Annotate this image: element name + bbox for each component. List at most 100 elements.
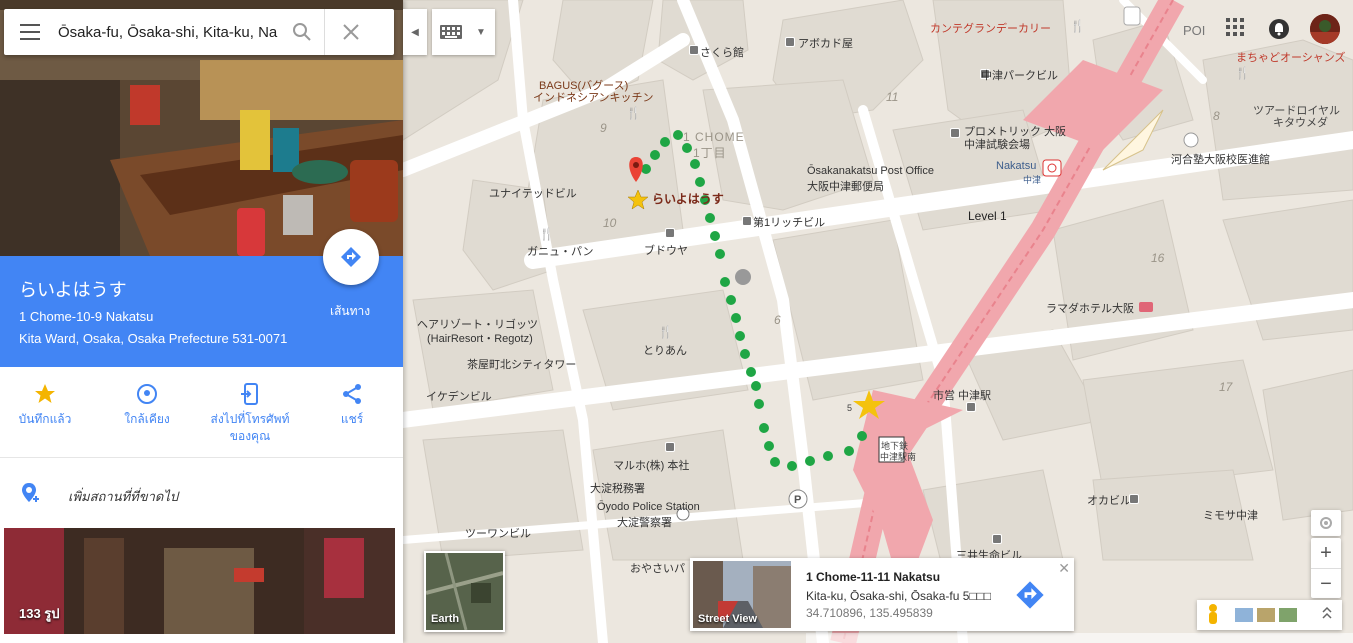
map-label-chome: 1 CHOME — [683, 130, 745, 144]
share-icon — [343, 384, 361, 404]
chevron-down-icon[interactable]: ▼ — [476, 27, 486, 38]
menu-button[interactable] — [4, 9, 56, 55]
zoom-controls: + − — [1311, 538, 1341, 598]
map-label-mimosa[interactable]: ミモサ中津 — [1203, 507, 1258, 523]
map-label-poi[interactable]: POI — [1183, 23, 1205, 38]
map-label-bagus2[interactable]: インドネシアンキッチン — [533, 89, 654, 105]
poi-dot-icon — [966, 402, 976, 412]
map-label-ramada[interactable]: ラマダホテル大阪 — [1046, 300, 1134, 316]
earth-label: Earth — [431, 613, 460, 625]
photo-count: 133 รูป — [19, 606, 60, 621]
map-label-budouya[interactable]: ブドウヤ — [644, 242, 688, 258]
directions-label[interactable]: เส้นทาง — [330, 302, 370, 321]
search-input[interactable] — [56, 22, 280, 42]
hotel-icon[interactable] — [1139, 302, 1153, 312]
layers-bar[interactable] — [1197, 600, 1342, 630]
street-view-thumbnail[interactable]: Street View — [693, 561, 791, 628]
map-label-kitamukai[interactable]: キタウメダ — [1273, 114, 1328, 130]
map-label-hair2[interactable]: (HairResort・Regotz) — [427, 330, 533, 346]
location-card[interactable]: Street View 1 Chome-11-11 Nakatsu Kita-k… — [690, 558, 1074, 631]
map-label-sakuraya[interactable]: さくら館 — [700, 44, 744, 60]
map-label-place-name[interactable]: らいよはうす — [652, 190, 724, 207]
map-label-chaya[interactable]: 茶屋町北シティタワー — [467, 356, 576, 372]
map-label-apokado[interactable]: アボカド屋 — [798, 35, 853, 51]
chevron-up-icon — [1322, 606, 1332, 619]
apps-grid-icon[interactable] — [1226, 18, 1248, 40]
map-label-nakatsu-station[interactable]: Nakatsu — [996, 160, 1036, 172]
place-address-line2: Kita Ward, Osaka, Osaka Prefecture 531-0… — [19, 331, 288, 346]
map-label-subway2[interactable]: 中津駅南 — [880, 450, 916, 463]
map-label-kantegran[interactable]: カンテグランデーカリー — [930, 20, 1051, 36]
map-label-maruho[interactable]: マルホ(株) 本社 — [613, 457, 689, 473]
map-label-chome-jp: 1丁目 — [693, 146, 727, 160]
map-label-first-rich[interactable]: 第1リッチビル — [753, 214, 825, 230]
card-title: 1 Chome-11-11 Nakatsu — [806, 570, 941, 584]
map-label-oyasai[interactable]: おやさいパ — [630, 560, 685, 576]
collapse-panel-button[interactable]: ◀ — [403, 9, 427, 55]
street-view-label: Street View — [698, 613, 758, 625]
nearby-icon — [137, 384, 157, 404]
hamburger-menu-icon — [20, 24, 40, 40]
map-label-block6: 6 — [774, 313, 781, 327]
card-directions-button[interactable] — [1015, 580, 1045, 615]
my-location-button[interactable] — [1311, 510, 1341, 536]
card-coordinates: 34.710896, 135.495839 — [806, 606, 933, 620]
card-subtitle: Kita-ku, Ōsaka-shi, Ōsaka-fu 5□□□ — [806, 589, 992, 603]
map-label-block17: 17 — [1219, 380, 1233, 394]
map-label-oyodo-tax[interactable]: 大淀税務署 — [590, 480, 645, 496]
notifications-icon[interactable] — [1268, 18, 1290, 40]
map-label-block16: 16 — [1151, 251, 1165, 265]
card-close-icon[interactable]: ✕ — [1058, 560, 1070, 577]
map-label-nakatsu-park[interactable]: 中津パークビル — [981, 67, 1058, 83]
restaurant-icon[interactable]: 🍴 — [539, 227, 554, 241]
send-to-phone-button[interactable]: ส่งไปที่โทรศัพท์ของคุณ — [205, 381, 295, 445]
pegman-icon — [1209, 604, 1217, 624]
share-label: แชร์ — [340, 412, 364, 426]
map-label-block8: 8 — [1213, 109, 1220, 123]
restaurant-icon[interactable]: 🍴 — [1235, 66, 1250, 80]
add-location-icon — [22, 483, 39, 502]
zoom-in-button[interactable]: + — [1311, 538, 1341, 569]
map-label-united[interactable]: ユナイテッドビル — [489, 185, 577, 201]
save-label: บันทึกแล้ว — [18, 412, 72, 426]
restaurant-icon[interactable]: 🍴 — [658, 325, 673, 339]
map-label-nakatsu-jp[interactable]: 中津 — [1023, 173, 1041, 186]
star-icon — [35, 384, 55, 403]
map-label-ganyu[interactable]: ガニュ・パン — [527, 243, 594, 259]
map-label-promatrick2[interactable]: 中津試験会場 — [964, 136, 1030, 152]
map-canvas[interactable]: P カンテグランデーカリー 🍴 POI アボカド屋 さくら館 まちゃどオーシャン… — [403, 0, 1353, 643]
search-button[interactable] — [280, 9, 325, 55]
restaurant-icon[interactable]: 🍴 — [626, 106, 641, 120]
directions-button[interactable] — [323, 229, 379, 285]
save-button[interactable]: บันทึกแล้ว — [0, 381, 90, 428]
earth-toggle[interactable]: Earth — [424, 551, 505, 632]
place-panel: らいよはうす 1 Chome-10-9 Nakatsu Kita Ward, O… — [0, 0, 403, 643]
restaurant-icon[interactable]: 🍴 — [1070, 19, 1085, 33]
share-button[interactable]: แชร์ — [307, 381, 397, 428]
map-label-okabiru[interactable]: オカビル — [1087, 492, 1131, 508]
avatar[interactable] — [1310, 14, 1340, 44]
map-label-block10: 10 — [603, 216, 617, 230]
clear-search-button[interactable] — [325, 9, 377, 55]
search-box[interactable] — [4, 9, 394, 55]
map-label-ikeden[interactable]: イケデンビル — [426, 388, 492, 404]
map-label-post1[interactable]: Ōsakanakatsu Post Office — [807, 165, 934, 177]
map-label-toriann[interactable]: とりあん — [643, 342, 687, 358]
map-label-oyodo-police1[interactable]: Ōyodo Police Station — [597, 501, 700, 513]
poi-dot-icon — [1129, 494, 1139, 504]
nearby-button[interactable]: ใกล้เคียง — [102, 381, 192, 428]
add-missing-place[interactable]: เพิ่มสถานที่ที่ขาดไป — [0, 458, 403, 526]
map-label-block9: 9 — [600, 121, 607, 135]
map-label-shiei[interactable]: 市営 中津駅 — [933, 387, 991, 403]
poi-dot-icon — [665, 228, 675, 238]
map-label-post2[interactable]: 大阪中津郵便局 — [807, 178, 884, 194]
poi-dot-icon — [785, 37, 795, 47]
map-label-block11: 11 — [886, 90, 899, 104]
map-label-machiyado[interactable]: まちゃどオーシャンズ — [1236, 49, 1346, 65]
map-label-tuwan[interactable]: ツーワンビル — [465, 525, 531, 541]
map-label-oyodo-police2[interactable]: 大淀警察署 — [617, 514, 672, 530]
zoom-out-button[interactable]: − — [1311, 569, 1341, 599]
photos-strip[interactable]: 133 รูป — [4, 528, 395, 634]
map-label-kawai[interactable]: 河合塾大阪校医進館 — [1171, 151, 1270, 167]
input-tools-button[interactable]: ▼ — [432, 9, 495, 55]
